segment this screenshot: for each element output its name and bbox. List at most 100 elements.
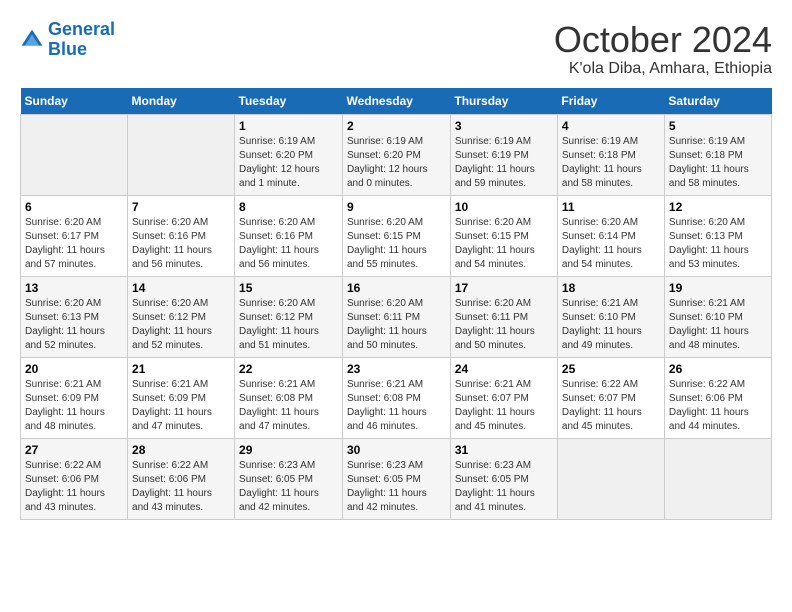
- day-content: Sunrise: 6:21 AM Sunset: 6:10 PM Dayligh…: [669, 297, 767, 353]
- day-number: 17: [455, 281, 553, 295]
- calendar-week-4: 20 Sunrise: 6:21 AM Sunset: 6:09 PM Dayli…: [21, 357, 772, 438]
- day-content: Sunrise: 6:21 AM Sunset: 6:09 PM Dayligh…: [132, 378, 230, 434]
- day-number: 12: [669, 200, 767, 214]
- day-content: Sunrise: 6:19 AM Sunset: 6:18 PM Dayligh…: [562, 135, 660, 191]
- calendar-cell: 21 Sunrise: 6:21 AM Sunset: 6:09 PM Dayli…: [128, 357, 235, 438]
- page-header: General Blue October 2024 K'ola Diba, Am…: [20, 20, 772, 78]
- calendar-cell: 29 Sunrise: 6:23 AM Sunset: 6:05 PM Dayli…: [235, 438, 343, 519]
- day-number: 14: [132, 281, 230, 295]
- calendar-cell: 13 Sunrise: 6:20 AM Sunset: 6:13 PM Dayli…: [21, 276, 128, 357]
- calendar-cell: [557, 438, 664, 519]
- calendar-cell: 27 Sunrise: 6:22 AM Sunset: 6:06 PM Dayli…: [21, 438, 128, 519]
- calendar-cell: 8 Sunrise: 6:20 AM Sunset: 6:16 PM Daylig…: [235, 195, 343, 276]
- day-content: Sunrise: 6:20 AM Sunset: 6:12 PM Dayligh…: [239, 297, 338, 353]
- calendar-header-row: SundayMondayTuesdayWednesdayThursdayFrid…: [21, 88, 772, 115]
- calendar-cell: 31 Sunrise: 6:23 AM Sunset: 6:05 PM Dayli…: [450, 438, 557, 519]
- calendar-cell: 16Sunrise: 6:20 AM Sunset: 6:11 PM Dayli…: [342, 276, 450, 357]
- day-number: 5: [669, 119, 767, 133]
- calendar-cell: 11Sunrise: 6:20 AM Sunset: 6:14 PM Dayli…: [557, 195, 664, 276]
- calendar-cell: 18Sunrise: 6:21 AM Sunset: 6:10 PM Dayli…: [557, 276, 664, 357]
- day-content: Sunrise: 6:19 AM Sunset: 6:20 PM Dayligh…: [347, 135, 446, 191]
- calendar-cell: 14 Sunrise: 6:20 AM Sunset: 6:12 PM Dayli…: [128, 276, 235, 357]
- calendar-body: 1 Sunrise: 6:19 AM Sunset: 6:20 PM Daylig…: [21, 114, 772, 519]
- calendar-cell: 9 Sunrise: 6:20 AM Sunset: 6:15 PM Daylig…: [342, 195, 450, 276]
- day-number: 25: [562, 362, 660, 376]
- day-content: Sunrise: 6:20 AM Sunset: 6:13 PM Dayligh…: [25, 297, 123, 353]
- day-number: 2: [347, 119, 446, 133]
- day-number: 21: [132, 362, 230, 376]
- day-content: Sunrise: 6:20 AM Sunset: 6:11 PM Dayligh…: [347, 297, 446, 353]
- day-content: Sunrise: 6:23 AM Sunset: 6:05 PM Dayligh…: [347, 459, 446, 515]
- day-number: 7: [132, 200, 230, 214]
- day-number: 6: [25, 200, 123, 214]
- logo-icon: [20, 28, 44, 52]
- calendar-cell: 24 Sunrise: 6:21 AM Sunset: 6:07 PM Dayli…: [450, 357, 557, 438]
- day-number: 18: [562, 281, 660, 295]
- calendar-cell: 25 Sunrise: 6:22 AM Sunset: 6:07 PM Dayli…: [557, 357, 664, 438]
- day-number: 28: [132, 443, 230, 457]
- day-number: 26: [669, 362, 767, 376]
- day-number: 19: [669, 281, 767, 295]
- day-content: Sunrise: 6:19 AM Sunset: 6:18 PM Dayligh…: [669, 135, 767, 191]
- day-number: 29: [239, 443, 338, 457]
- day-number: 8: [239, 200, 338, 214]
- day-content: Sunrise: 6:21 AM Sunset: 6:07 PM Dayligh…: [455, 378, 553, 434]
- calendar-week-3: 13 Sunrise: 6:20 AM Sunset: 6:13 PM Dayli…: [21, 276, 772, 357]
- day-number: 10: [455, 200, 553, 214]
- title-block: October 2024 K'ola Diba, Amhara, Ethiopi…: [554, 20, 772, 78]
- day-content: Sunrise: 6:20 AM Sunset: 6:15 PM Dayligh…: [347, 216, 446, 272]
- day-content: Sunrise: 6:22 AM Sunset: 6:07 PM Dayligh…: [562, 378, 660, 434]
- day-content: Sunrise: 6:20 AM Sunset: 6:15 PM Dayligh…: [455, 216, 553, 272]
- day-content: Sunrise: 6:20 AM Sunset: 6:16 PM Dayligh…: [239, 216, 338, 272]
- day-content: Sunrise: 6:19 AM Sunset: 6:19 PM Dayligh…: [455, 135, 553, 191]
- calendar-cell: 28 Sunrise: 6:22 AM Sunset: 6:06 PM Dayli…: [128, 438, 235, 519]
- logo-line1: General: [48, 19, 115, 39]
- day-content: Sunrise: 6:22 AM Sunset: 6:06 PM Dayligh…: [669, 378, 767, 434]
- calendar-cell: 3 Sunrise: 6:19 AM Sunset: 6:19 PM Daylig…: [450, 114, 557, 195]
- day-number: 24: [455, 362, 553, 376]
- day-content: Sunrise: 6:20 AM Sunset: 6:12 PM Dayligh…: [132, 297, 230, 353]
- calendar-week-1: 1 Sunrise: 6:19 AM Sunset: 6:20 PM Daylig…: [21, 114, 772, 195]
- calendar-cell: 1 Sunrise: 6:19 AM Sunset: 6:20 PM Daylig…: [235, 114, 343, 195]
- day-number: 4: [562, 119, 660, 133]
- logo-text: General Blue: [48, 20, 115, 60]
- day-number: 20: [25, 362, 123, 376]
- day-number: 27: [25, 443, 123, 457]
- logo: General Blue: [20, 20, 115, 60]
- day-content: Sunrise: 6:21 AM Sunset: 6:09 PM Dayligh…: [25, 378, 123, 434]
- day-number: 9: [347, 200, 446, 214]
- calendar-cell: 4 Sunrise: 6:19 AM Sunset: 6:18 PM Daylig…: [557, 114, 664, 195]
- column-header-tuesday: Tuesday: [235, 88, 343, 115]
- day-content: Sunrise: 6:23 AM Sunset: 6:05 PM Dayligh…: [239, 459, 338, 515]
- calendar-cell: 10 Sunrise: 6:20 AM Sunset: 6:15 PM Dayli…: [450, 195, 557, 276]
- day-number: 31: [455, 443, 553, 457]
- column-header-thursday: Thursday: [450, 88, 557, 115]
- day-content: Sunrise: 6:22 AM Sunset: 6:06 PM Dayligh…: [25, 459, 123, 515]
- calendar-cell: 22 Sunrise: 6:21 AM Sunset: 6:08 PM Dayli…: [235, 357, 343, 438]
- column-header-friday: Friday: [557, 88, 664, 115]
- day-number: 23: [347, 362, 446, 376]
- day-content: Sunrise: 6:19 AM Sunset: 6:20 PM Dayligh…: [239, 135, 338, 191]
- day-number: 15: [239, 281, 338, 295]
- day-content: Sunrise: 6:21 AM Sunset: 6:08 PM Dayligh…: [239, 378, 338, 434]
- day-number: 22: [239, 362, 338, 376]
- day-content: Sunrise: 6:20 AM Sunset: 6:11 PM Dayligh…: [455, 297, 553, 353]
- month-title: October 2024: [554, 20, 772, 60]
- location-subtitle: K'ola Diba, Amhara, Ethiopia: [554, 60, 772, 78]
- calendar-cell: 30 Sunrise: 6:23 AM Sunset: 6:05 PM Dayli…: [342, 438, 450, 519]
- day-number: 13: [25, 281, 123, 295]
- calendar-cell: 15 Sunrise: 6:20 AM Sunset: 6:12 PM Dayli…: [235, 276, 343, 357]
- day-number: 30: [347, 443, 446, 457]
- calendar-cell: 20 Sunrise: 6:21 AM Sunset: 6:09 PM Dayli…: [21, 357, 128, 438]
- column-header-saturday: Saturday: [664, 88, 771, 115]
- day-number: 3: [455, 119, 553, 133]
- day-number: 1: [239, 119, 338, 133]
- calendar-week-2: 6Sunrise: 6:20 AM Sunset: 6:17 PM Daylig…: [21, 195, 772, 276]
- calendar-cell: 5 Sunrise: 6:19 AM Sunset: 6:18 PM Daylig…: [664, 114, 771, 195]
- day-content: Sunrise: 6:22 AM Sunset: 6:06 PM Dayligh…: [132, 459, 230, 515]
- column-header-sunday: Sunday: [21, 88, 128, 115]
- calendar-week-5: 27 Sunrise: 6:22 AM Sunset: 6:06 PM Dayli…: [21, 438, 772, 519]
- day-content: Sunrise: 6:23 AM Sunset: 6:05 PM Dayligh…: [455, 459, 553, 515]
- calendar-cell: 2 Sunrise: 6:19 AM Sunset: 6:20 PM Daylig…: [342, 114, 450, 195]
- column-header-wednesday: Wednesday: [342, 88, 450, 115]
